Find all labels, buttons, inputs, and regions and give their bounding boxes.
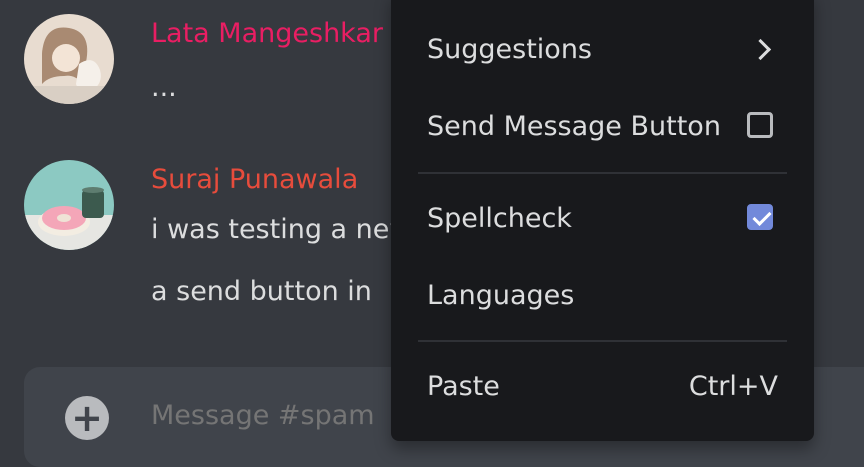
menu-item-spellcheck[interactable]: Spellcheck xyxy=(427,199,778,239)
message-input[interactable] xyxy=(151,398,391,434)
message-content: a send button in xyxy=(151,276,372,307)
menu-item-send-message-button[interactable]: Send Message Button xyxy=(427,107,778,147)
menu-item-suggestions[interactable]: Suggestions xyxy=(427,30,778,70)
context-menu: Suggestions Send Message Button Spellche… xyxy=(391,0,814,441)
checkbox-checked-icon[interactable] xyxy=(747,204,773,230)
menu-item-label: Suggestions xyxy=(427,34,592,65)
menu-item-label: Send Message Button xyxy=(427,111,721,142)
menu-item-paste[interactable]: Paste Ctrl+V xyxy=(427,367,778,407)
menu-separator xyxy=(418,172,787,174)
menu-item-label: Paste xyxy=(427,371,500,402)
chevron-right-icon xyxy=(749,38,772,61)
checkbox-unchecked-icon[interactable] xyxy=(747,112,773,138)
message-content: ... xyxy=(151,72,177,103)
menu-separator xyxy=(418,340,787,342)
menu-item-label: Languages xyxy=(427,280,575,311)
message-author[interactable]: Suraj Punawala xyxy=(151,164,358,196)
avatar[interactable] xyxy=(24,160,114,250)
avatar[interactable] xyxy=(24,14,114,104)
plus-circle-icon[interactable]: + xyxy=(65,396,109,440)
menu-item-label: Spellcheck xyxy=(427,203,572,234)
keyboard-shortcut: Ctrl+V xyxy=(688,371,778,402)
message-author[interactable]: Lata Mangeshkar xyxy=(151,18,383,50)
message-content: i was testing a new xyxy=(151,214,412,245)
menu-item-languages[interactable]: Languages xyxy=(427,276,778,316)
